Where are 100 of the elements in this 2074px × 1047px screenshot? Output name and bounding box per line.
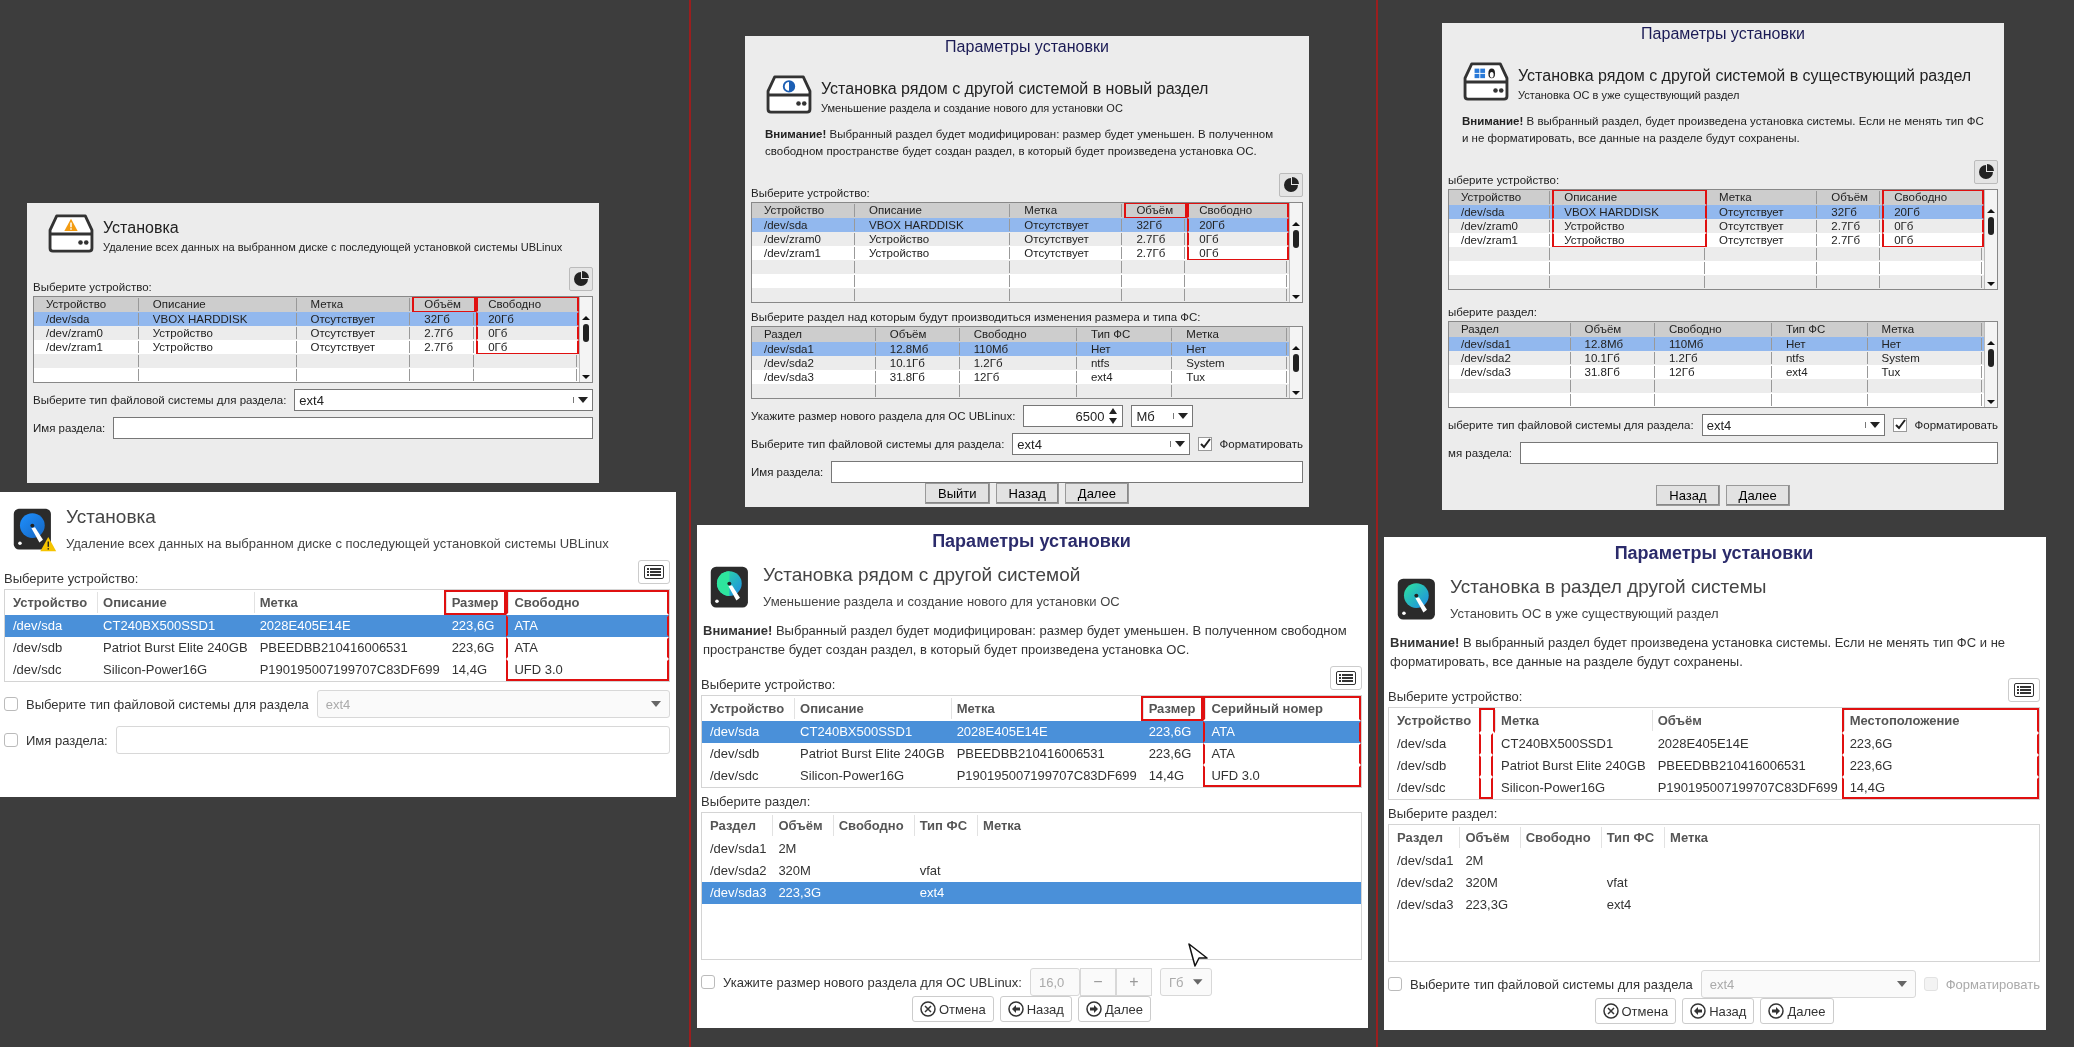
scroll-up-icon[interactable] bbox=[1986, 208, 1996, 215]
column-header[interactable]: Метка bbox=[1012, 203, 1125, 219]
scroll-down-icon[interactable] bbox=[1291, 294, 1301, 301]
column-header[interactable]: Размер bbox=[443, 590, 507, 615]
column-header[interactable]: Устройство bbox=[1449, 190, 1553, 206]
scrollbar[interactable] bbox=[1984, 322, 1997, 408]
next-button[interactable]: Далее bbox=[1077, 996, 1151, 1022]
scroll-down-icon[interactable] bbox=[581, 374, 591, 380]
cancel-button[interactable]: Отмена bbox=[912, 996, 994, 1022]
column-header[interactable]: Метка bbox=[1662, 824, 2039, 850]
column-header[interactable]: Метка bbox=[1869, 322, 1984, 338]
column-header[interactable]: Свободно bbox=[1517, 824, 1599, 850]
partition-name-field[interactable] bbox=[113, 417, 593, 439]
checkbox[interactable] bbox=[1197, 437, 1212, 452]
exit-button[interactable]: Выйти bbox=[925, 483, 990, 505]
table-row[interactable]: /dev/sda3 223,3G ext4 bbox=[1389, 893, 2039, 916]
checkbox[interactable] bbox=[4, 733, 18, 747]
column-header[interactable]: Метка bbox=[1493, 707, 1650, 733]
column-header[interactable]: Устройство bbox=[702, 695, 793, 721]
view-toggle-button[interactable] bbox=[638, 560, 670, 584]
table-row[interactable]: /dev/sda1 2M bbox=[1389, 849, 2039, 872]
table-row[interactable]: /dev/sda VBOX HARDDISK Отсутствует 32Гб 20Гб bbox=[752, 218, 1289, 233]
column-header[interactable]: Объём bbox=[1819, 190, 1883, 206]
back-button[interactable]: Назад bbox=[995, 483, 1059, 505]
table-row[interactable]: /dev/sda1 12.8Мб 110Мб Нет Нет bbox=[752, 342, 1289, 357]
table-row[interactable]: /dev/sdc Silicon-Power16G P190195007199707C83DF699 14,4G bbox=[1389, 776, 2039, 799]
scrollbar-thumb[interactable] bbox=[1293, 230, 1299, 249]
scrollbar-thumb[interactable] bbox=[1988, 349, 1994, 368]
filesystem-dropdown[interactable]: ext4 bbox=[1012, 433, 1190, 456]
column-header[interactable]: Свободно bbox=[830, 812, 912, 838]
table-row[interactable]: /dev/sdc Silicon-Power16G P190195007199707C83DF699 14,4G UFD 3.0 bbox=[702, 764, 1361, 787]
filesystem-dropdown[interactable]: ext4 bbox=[1701, 414, 1885, 437]
view-toggle-button[interactable] bbox=[1330, 665, 1362, 690]
table-row[interactable]: /dev/sda1 2M bbox=[702, 837, 1361, 860]
table-row[interactable]: /dev/sda VBOX HARDDISK Отсутствует 32Гб 20Гб bbox=[1449, 205, 1984, 220]
scroll-up-icon[interactable] bbox=[581, 315, 591, 321]
column-header[interactable]: Метка bbox=[1174, 327, 1289, 343]
next-button[interactable]: Далее bbox=[1760, 998, 1834, 1024]
column-header[interactable]: Раздел bbox=[702, 812, 771, 838]
table-row[interactable]: /dev/sda VBOX HARDDISK Отсутствует 32Гб 20Гб bbox=[34, 312, 579, 326]
scroll-down-icon[interactable] bbox=[1986, 399, 1996, 406]
scroll-down-icon[interactable] bbox=[1986, 281, 1996, 288]
scrollbar[interactable] bbox=[579, 297, 592, 382]
table-row[interactable]: /dev/zram0 Устройство Отсутствует 2.7Гб 0Гб bbox=[34, 326, 579, 340]
table-row[interactable]: /dev/sdb Patriot Burst Elite 240GB PBEEDBB210416006531 223,6G ATA bbox=[5, 637, 669, 659]
view-toggle-button[interactable] bbox=[1974, 160, 1998, 185]
next-button[interactable]: Далее bbox=[1064, 483, 1129, 505]
column-header[interactable]: Объём bbox=[877, 327, 962, 343]
table-row[interactable]: /dev/sdb Patriot Burst Elite 240GB PBEEDBB210416006531 223,6G ATA bbox=[702, 742, 1361, 765]
column-header[interactable]: Тип ФС bbox=[1078, 327, 1175, 343]
table-row[interactable]: /dev/sda2 10.1Гб 1.2Гб ntfs System bbox=[1449, 351, 1984, 366]
column-header[interactable]: Метка bbox=[298, 297, 413, 312]
column-header[interactable]: Объём bbox=[1649, 707, 1842, 733]
column-header[interactable]: Устройство bbox=[1389, 707, 1480, 733]
column-header[interactable]: Тип ФС bbox=[911, 812, 976, 838]
back-button[interactable]: Назад bbox=[1656, 485, 1720, 506]
next-button[interactable]: Далее bbox=[1725, 485, 1790, 506]
column-header[interactable]: Раздел bbox=[752, 327, 878, 343]
column-header[interactable]: Устройство bbox=[752, 203, 858, 219]
partition-name-field[interactable] bbox=[1520, 442, 1998, 465]
checkbox[interactable] bbox=[1892, 418, 1907, 433]
view-toggle-button[interactable] bbox=[1279, 173, 1303, 198]
column-header[interactable]: Описание bbox=[95, 590, 252, 615]
table-row[interactable]: /dev/sdc Silicon-Power16G P190195007199707C83DF699 14,4G UFD 3.0 bbox=[5, 659, 669, 681]
column-header[interactable]: Свободно bbox=[1656, 322, 1774, 338]
column-header[interactable]: Описание bbox=[792, 695, 949, 721]
table-row[interactable]: /dev/sdb Patriot Burst Elite 240GB PBEEDBB210416006531 223,6G bbox=[1389, 754, 2039, 777]
view-toggle-button[interactable] bbox=[2008, 677, 2040, 702]
table-row[interactable]: /dev/sda CT240BX500SSD1 2028E405E14E 223,6G bbox=[1389, 732, 2039, 755]
column-header[interactable]: Тип ФС bbox=[1598, 824, 1663, 850]
column-header[interactable]: Метка bbox=[975, 812, 1361, 838]
scrollbar-thumb[interactable] bbox=[1293, 354, 1299, 373]
view-toggle-button[interactable] bbox=[569, 267, 593, 291]
unit-dropdown[interactable]: Мб bbox=[1131, 405, 1194, 428]
partition-name-field[interactable] bbox=[831, 461, 1303, 484]
column-header[interactable]: Объём bbox=[1457, 824, 1518, 850]
back-button[interactable]: Назад bbox=[1682, 998, 1755, 1024]
scrollbar[interactable] bbox=[1289, 327, 1302, 399]
table-row[interactable]: /dev/sda2 320M vfat bbox=[1389, 871, 2039, 894]
back-button[interactable]: Назад bbox=[999, 996, 1072, 1022]
cancel-button[interactable]: Отмена bbox=[1594, 998, 1677, 1024]
scrollbar[interactable] bbox=[1289, 203, 1302, 303]
scroll-down-icon[interactable] bbox=[1291, 390, 1301, 397]
column-header[interactable]: Раздел bbox=[1449, 322, 1573, 338]
column-header[interactable]: Описание bbox=[857, 203, 1013, 219]
column-header[interactable]: Устройство bbox=[34, 297, 141, 312]
table-row[interactable]: /dev/sda2 10.1Гб 1.2Гб ntfs System bbox=[752, 356, 1289, 371]
column-header[interactable]: Местоположение bbox=[1841, 707, 2039, 733]
scroll-up-icon[interactable] bbox=[1291, 221, 1301, 228]
column-header[interactable]: Объём bbox=[1572, 322, 1657, 338]
scrollbar[interactable] bbox=[1984, 190, 1997, 290]
scroll-up-icon[interactable] bbox=[1291, 345, 1301, 352]
filesystem-dropdown[interactable]: ext4 bbox=[294, 389, 593, 411]
column-header[interactable]: Устройство bbox=[5, 590, 96, 615]
column-header[interactable]: Описание bbox=[140, 297, 299, 312]
column-header[interactable]: Объём bbox=[770, 812, 831, 838]
table-row[interactable]: /dev/zram0 Устройство Отсутствует 2.7Гб 0Гб bbox=[1449, 219, 1984, 234]
column-header[interactable]: Метка bbox=[948, 695, 1141, 721]
table-row[interactable]: /dev/zram0 Устройство Отсутствует 2.7Гб 0Гб bbox=[752, 232, 1289, 247]
size-field[interactable]: 6500 bbox=[1023, 405, 1124, 428]
